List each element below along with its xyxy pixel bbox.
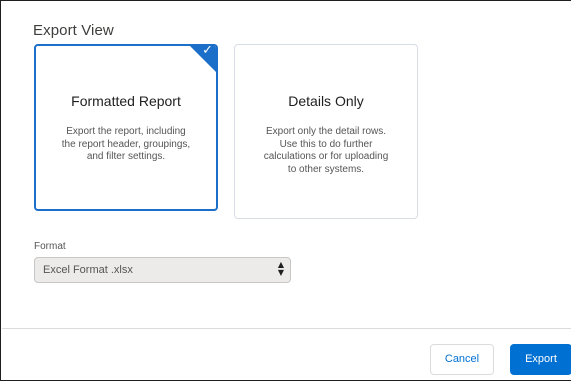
description-line: calculations or for uploading <box>263 151 389 162</box>
description-line: the report header, groupings, <box>61 138 191 150</box>
footer-divider <box>2 328 571 329</box>
details-only-option[interactable]: Details Only Export only the detail rows… <box>234 44 418 219</box>
formatted-report-description: Export the report, including the report … <box>50 126 202 164</box>
format-selected-value: Excel Format .xlsx <box>43 264 133 276</box>
formatted-report-option[interactable]: ✓ Formatted Report Export the report, in… <box>34 44 218 211</box>
details-only-description: Export only the detail rows. Use this to… <box>249 126 403 176</box>
export-button[interactable]: Export <box>510 344 571 375</box>
updown-arrows-icon: ▲ ▼ <box>277 260 284 277</box>
formatted-report-title: Formatted Report <box>71 93 181 109</box>
format-select[interactable]: Excel Format .xlsx ▲ ▼ <box>34 257 291 283</box>
cancel-button[interactable]: Cancel <box>430 344 494 375</box>
description-line: to other systems. <box>287 163 365 175</box>
description-line: Export only the detail rows. <box>265 126 387 137</box>
export-dialog: Export View ✓ Formatted Report Export th… <box>0 0 571 381</box>
details-only-title: Details Only <box>288 93 364 109</box>
description-line: and filter settings. <box>86 151 166 162</box>
format-label: Format <box>34 241 66 252</box>
description-line: Use this to do further <box>279 138 373 150</box>
export-view-heading: Export View <box>33 22 114 39</box>
description-line: Export the report, including <box>66 126 186 137</box>
checkmark-icon: ✓ <box>202 44 213 58</box>
